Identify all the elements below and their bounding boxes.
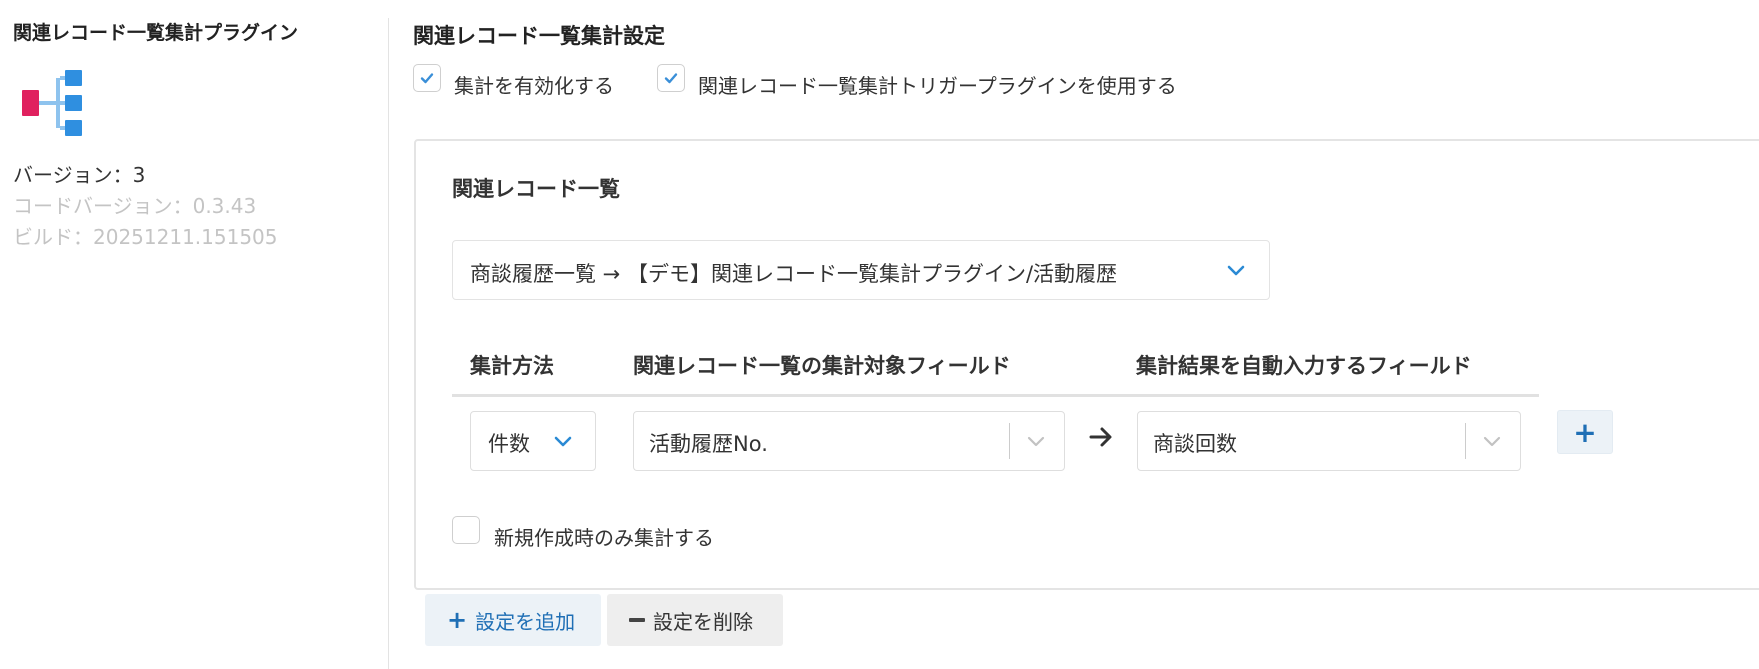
select-separator (1009, 423, 1010, 459)
hierarchy-icon (22, 70, 90, 136)
enable-aggregation-checkbox[interactable] (413, 64, 441, 92)
check-icon (420, 73, 434, 84)
select-separator (1465, 423, 1466, 459)
panel-divider (388, 18, 389, 669)
chevron-down-icon (1482, 431, 1502, 455)
only-on-create-checkbox[interactable] (452, 516, 480, 544)
arrow-right-icon (1088, 424, 1114, 454)
result-field-value: 商談回数 (1153, 432, 1237, 456)
use-trigger-plugin-label[interactable]: 関連レコード一覧集計トリガープラグインを使用する (698, 70, 1177, 99)
delete-setting-label: 設定を削除 (653, 609, 753, 634)
add-row-button[interactable]: + (1557, 410, 1613, 454)
column-header-result-field: 集計結果を自動入力するフィールド (1136, 354, 1472, 378)
add-setting-label: 設定を追加 (475, 609, 576, 634)
plugin-name: 関連レコード一覧集計プラグイン (13, 22, 299, 44)
column-header-method: 集計方法 (470, 354, 554, 378)
use-trigger-plugin-checkbox[interactable] (657, 64, 685, 92)
target-field-value: 活動履歴No. (649, 432, 768, 456)
table-header-divider (452, 394, 1539, 397)
plugin-version: バージョン：3 (13, 163, 146, 187)
delete-setting-button[interactable]: 設定を削除 (607, 594, 783, 646)
settings-title: 関連レコード一覧集計設定 (413, 24, 665, 48)
chevron-down-icon (1026, 431, 1046, 455)
column-header-target-field: 関連レコード一覧の集計対象フィールド (633, 354, 1011, 378)
chevron-down-icon (553, 431, 573, 455)
related-list-select-value: 商談履歴一覧 → 【デモ】関連レコード一覧集計プラグイン/活動履歴 (470, 262, 1118, 286)
minus-icon (629, 618, 645, 622)
plugin-build: ビルド：20251211.151505 (13, 225, 278, 249)
aggregation-method-value: 件数 (488, 432, 530, 456)
plugin-code-version: コードバージョン：0.3.43 (13, 194, 257, 218)
only-on-create-label[interactable]: 新規作成時のみ集計する (494, 522, 714, 551)
enable-aggregation-label[interactable]: 集計を有効化する (454, 70, 614, 99)
related-list-heading: 関連レコード一覧 (452, 177, 620, 201)
plus-icon: + (447, 606, 468, 634)
check-icon (664, 73, 678, 84)
chevron-down-icon (1226, 260, 1246, 284)
add-setting-button[interactable]: + 設定を追加 (425, 594, 601, 646)
